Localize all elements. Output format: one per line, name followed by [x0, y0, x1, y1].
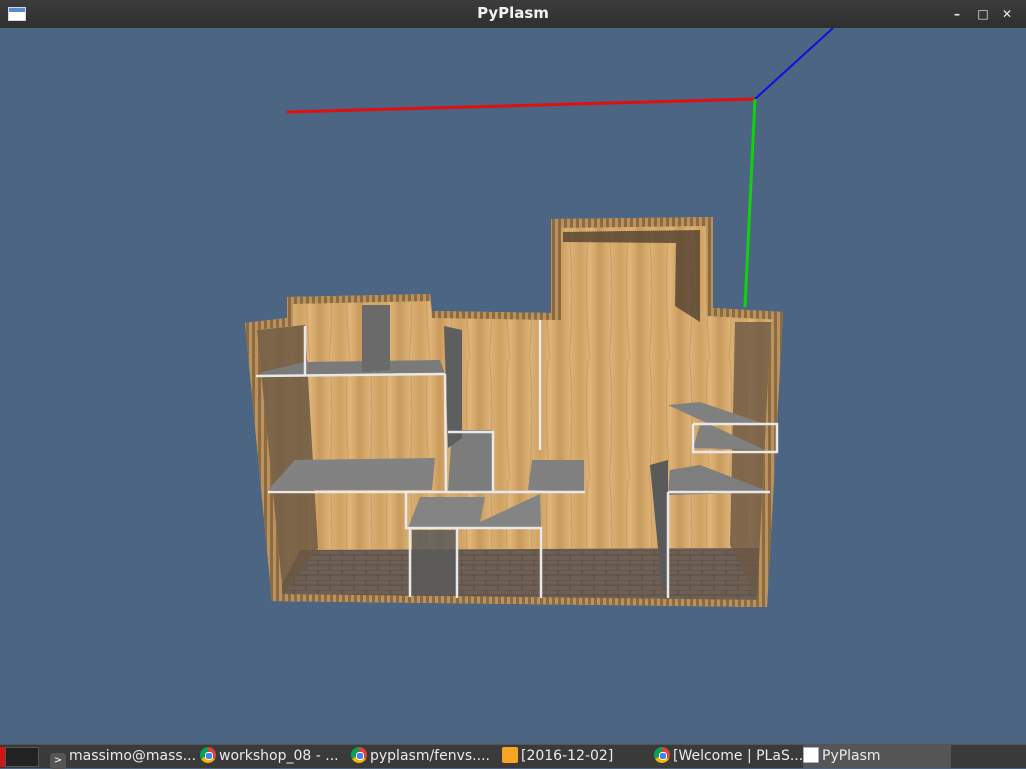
taskbar-item-chrome-workshop[interactable]: workshop_08 - ...	[200, 745, 339, 768]
y-axis	[743, 98, 757, 308]
chrome-icon	[200, 747, 216, 763]
taskbar-item-folder[interactable]: [2016-12-02]	[502, 745, 613, 768]
taskbar: > massimo@mass... workshop_08 - ... pypla…	[0, 744, 1026, 769]
taskbar-item-label: workshop_08 - ...	[219, 748, 339, 764]
taskbar-item-label: [Welcome | PLaS...	[673, 748, 804, 764]
taskbar-item-terminal[interactable]: > massimo@mass...	[50, 745, 197, 769]
title-bar: PyPlasm – □ ✕	[0, 0, 1026, 28]
scene-canvas[interactable]	[0, 27, 1026, 744]
taskbar-item-label: PyPlasm	[822, 748, 881, 764]
minimize-button[interactable]: –	[948, 5, 966, 23]
chrome-icon	[351, 747, 367, 763]
chrome-icon	[654, 747, 670, 763]
taskbar-item-label: massimo@mass...	[69, 748, 197, 764]
floor-plan-model[interactable]	[245, 217, 783, 607]
taskbar-item-label: pyplasm/fenvs....	[370, 748, 490, 764]
3d-viewport[interactable]	[0, 27, 1026, 744]
folder-icon	[502, 747, 518, 763]
workspace-switcher[interactable]	[5, 747, 39, 767]
taskbar-item-label: [2016-12-02]	[521, 748, 614, 764]
terminal-icon: >	[50, 753, 66, 769]
maximize-button[interactable]: □	[974, 5, 992, 23]
x-axis	[286, 97, 756, 114]
minimize-icon: –	[954, 7, 960, 21]
taskbar-item-chrome-welcome[interactable]: [Welcome | PLaS...	[654, 745, 803, 768]
close-icon: ✕	[1001, 7, 1013, 21]
window-icon	[803, 747, 819, 763]
window-title: PyPlasm	[477, 4, 549, 22]
taskbar-item-pyplasm[interactable]: PyPlasm	[803, 745, 951, 768]
z-axis	[754, 27, 834, 100]
maximize-icon: □	[977, 7, 989, 21]
close-button[interactable]: ✕	[998, 5, 1016, 23]
taskbar-item-chrome-pyplasm[interactable]: pyplasm/fenvs....	[351, 745, 490, 768]
